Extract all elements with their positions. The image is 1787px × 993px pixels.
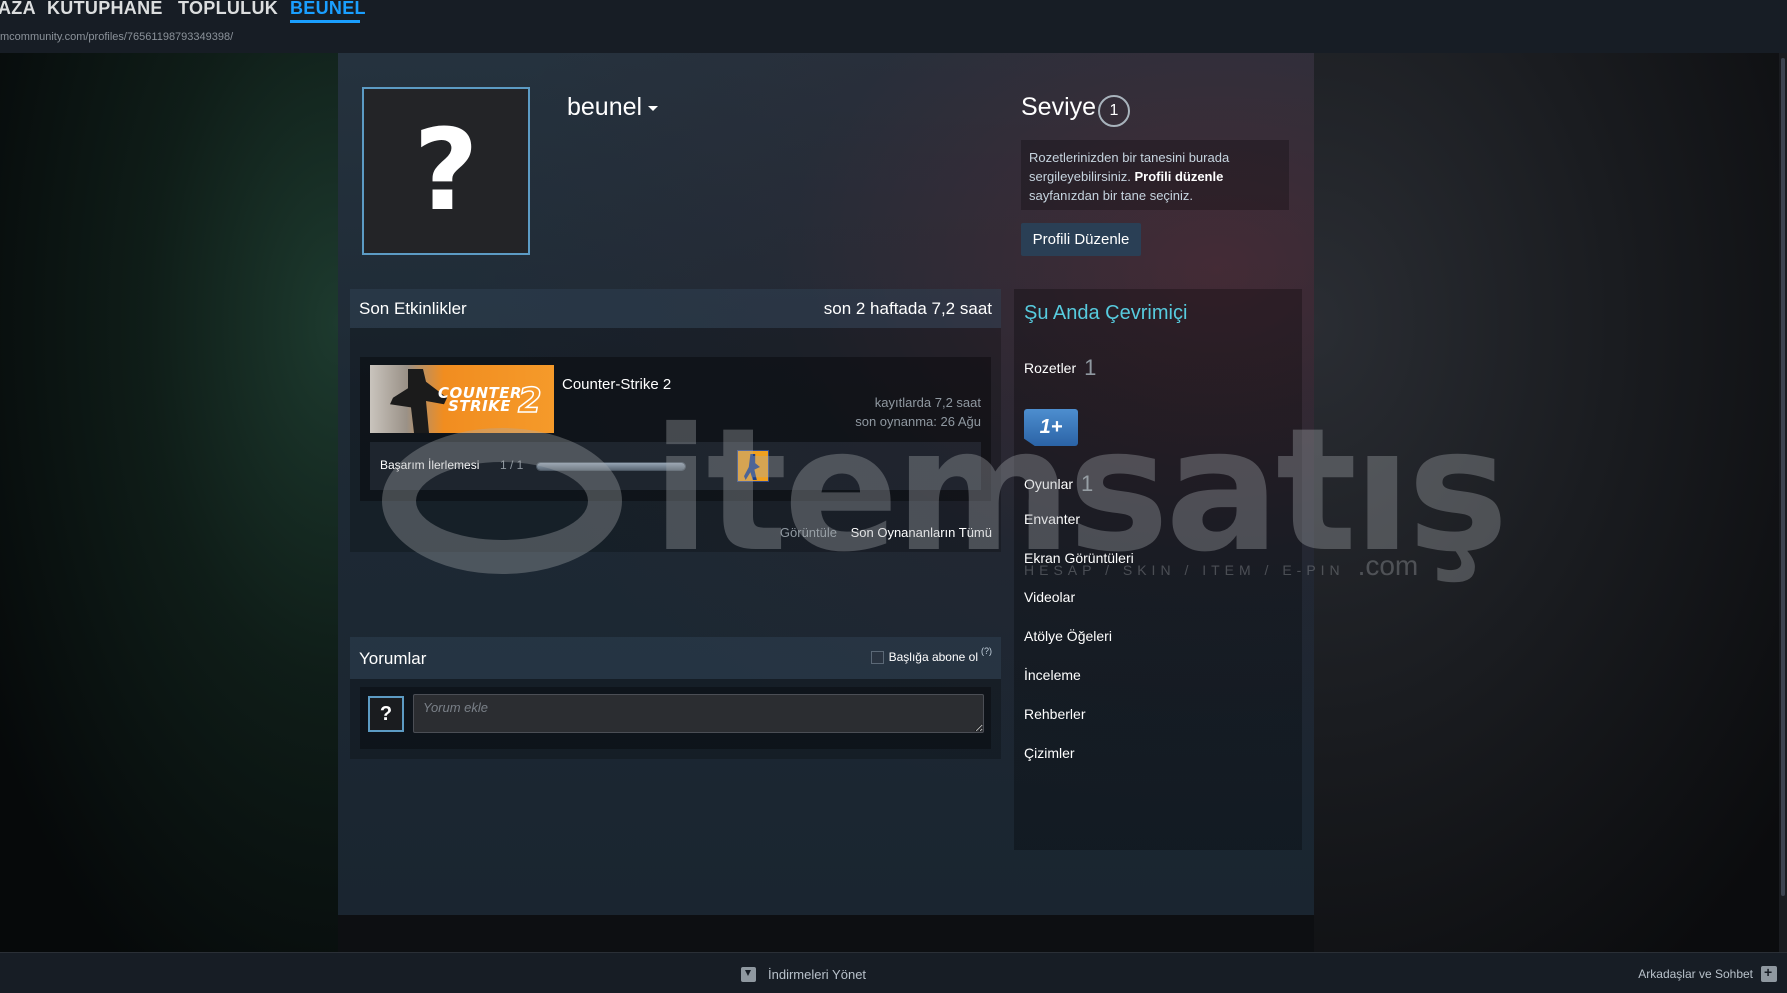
bottom-bar: İndirmeleri Yönet Arkadaşlar ve Sohbet [0, 952, 1787, 993]
sidebar-item-workshop[interactable]: Atölye Öğeleri [1024, 628, 1112, 644]
recent-activity-section: Son Etkinlikler son 2 haftada 7,2 saat C… [350, 289, 1001, 552]
level-badge[interactable]: 1 [1098, 95, 1130, 127]
subscribe-help-link[interactable]: (?) [981, 646, 992, 656]
manage-downloads-button[interactable]: İndirmeleri Yönet [768, 967, 866, 982]
recent-activity-hours: son 2 haftada 7,2 saat [823, 299, 992, 318]
edit-profile-button[interactable]: Profili Düzenle [1021, 223, 1141, 256]
badges-label: Rozetler [1024, 360, 1077, 376]
profile-avatar[interactable]: ? [362, 87, 530, 255]
nav-profile[interactable]: BEUNEL [290, 0, 366, 19]
subscribe-thread[interactable]: Başlığa abone ol (?) [870, 646, 992, 664]
online-status: Şu Anda Çevrimiçi [1024, 302, 1188, 324]
username-text: beunel [567, 93, 643, 121]
sidebar-item-artwork[interactable]: Çizimler [1024, 745, 1075, 761]
sidebar-item-badges[interactable]: Rozetler 1 [1024, 355, 1096, 381]
friends-chat-button[interactable]: Arkadaşlar ve Sohbet [1638, 967, 1753, 981]
badge-showcase-info: Rozetlerinizden bir tanesini burada serg… [1021, 140, 1289, 210]
comment-avatar: ? [368, 696, 404, 732]
steam-profile-window: AZA KÜTÜPHANE TOPLULUK BEUNEL mcommunity… [0, 0, 1787, 993]
sidebar-item-videos[interactable]: Videolar [1024, 589, 1075, 605]
games-count: 1 [1081, 471, 1094, 496]
badge-icon[interactable]: 1+ [1024, 409, 1078, 446]
comments-section: Yorumlar Başlığa abone ol (?) ? [350, 637, 1001, 759]
game-last-played: son oynanma: 26 Ağu [855, 414, 981, 429]
nav-community[interactable]: TOPLULUK [178, 0, 278, 19]
nav-library[interactable]: KÜTÜPHANE [47, 0, 163, 19]
caret-down-icon[interactable] [648, 105, 659, 111]
achievement-count: 1 / 1 [500, 458, 524, 472]
badge-info-text-end: sayfanızdan bir tane seçiniz. [1029, 188, 1194, 203]
game-logo-line2: STRIKE [448, 397, 512, 415]
sidebar-item-guides[interactable]: Rehberler [1024, 706, 1085, 722]
achievement-label[interactable]: Başarım İlerlemesi [380, 458, 479, 472]
game-name-link[interactable]: Counter-Strike 2 [562, 376, 671, 393]
profile-panel: ? beunel Seviye 1 Rozetlerinizden bir ta… [338, 53, 1314, 915]
sidebar-item-screenshots[interactable]: Ekran Görüntüleri [1024, 550, 1134, 566]
level-title: Seviye [1021, 93, 1097, 121]
game-capsule-image[interactable]: COUNTER STRIKE 2 [370, 365, 554, 433]
top-nav: AZA KÜTÜPHANE TOPLULUK BEUNEL mcommunity… [0, 0, 1787, 53]
comments-header: Yorumlar Başlığa abone ol (?) [350, 637, 1001, 679]
profile-sidebar: Şu Anda Çevrimiçi Rozetler 1 1+ Oyunlar 1 … [1014, 289, 1302, 850]
subscribe-checkbox[interactable] [870, 650, 884, 664]
comments-title: Yorumlar [359, 649, 427, 668]
nav-active-underline [290, 20, 360, 23]
sidebar-item-reviews[interactable]: İnceleme [1024, 667, 1081, 683]
background-right [1314, 53, 1787, 952]
friends-add-icon[interactable] [1761, 964, 1777, 982]
game-hours-on-record: kayıtlarda 7,2 saat [874, 395, 981, 410]
games-label: Oyunlar [1024, 476, 1074, 492]
nav-store[interactable]: AZA [0, 0, 36, 19]
game-card: COUNTER STRIKE 2 Counter-Strike 2 kayıtl… [360, 357, 991, 501]
background-left [0, 53, 338, 952]
view-all-recent-link[interactable]: Son Oynananların Tümü [851, 525, 992, 540]
game-logo-number: 2 [517, 380, 542, 422]
achievement-progress-row: Başarım İlerlemesi 1 / 1 [370, 442, 981, 490]
sidebar-item-games[interactable]: Oyunlar 1 [1024, 471, 1093, 497]
subscribe-label[interactable]: Başlığa abone ol [889, 650, 978, 664]
achievement-progress-fill [537, 463, 685, 470]
sidebar-item-inventory[interactable]: Envanter [1024, 511, 1080, 527]
download-icon[interactable] [741, 967, 756, 982]
recent-activity-title: Son Etkinlikler [359, 299, 467, 318]
badge-info-edit-link[interactable]: Profili düzenle [1135, 169, 1224, 184]
achievement-progress-bar [536, 462, 686, 471]
recent-activity-header: Son Etkinlikler son 2 haftada 7,2 saat [350, 289, 1001, 328]
comment-input[interactable] [413, 694, 984, 733]
badges-count: 1 [1084, 355, 1097, 380]
scrollbar-thumb[interactable] [1781, 58, 1785, 896]
profile-username[interactable]: beunel [567, 93, 659, 122]
view-all-label: Görüntüle [779, 525, 837, 540]
achievement-icon[interactable] [737, 450, 769, 482]
url-bar[interactable]: mcommunity.com/profiles/7656119879334939… [0, 31, 233, 43]
game-logo-text: COUNTER STRIKE [438, 386, 522, 415]
comment-compose: ? [360, 687, 991, 749]
